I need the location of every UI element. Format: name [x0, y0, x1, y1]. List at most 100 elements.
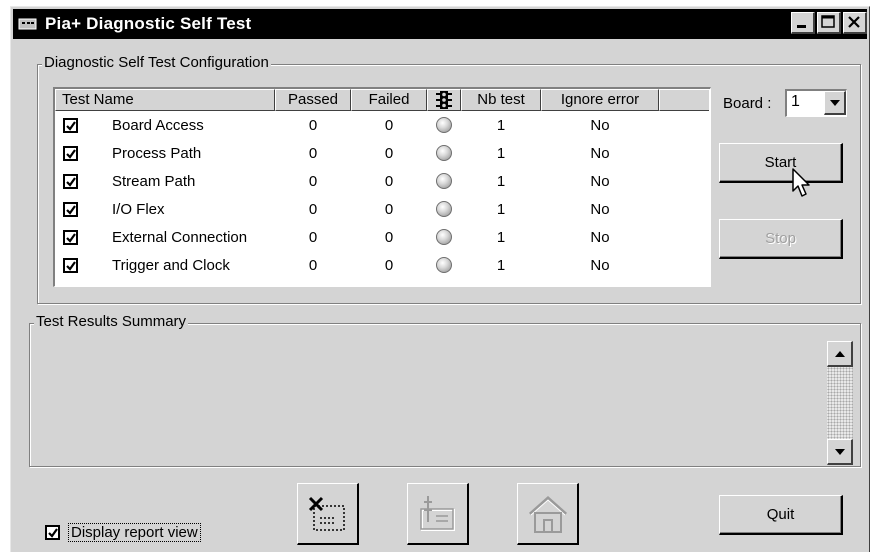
test-row[interactable]: Process Path 0 0 1 No [55, 139, 710, 167]
close-button[interactable] [843, 12, 867, 34]
minimize-icon [797, 25, 806, 28]
test-name-cell: External Connection [55, 229, 275, 246]
status-cell [427, 117, 461, 133]
failed-cell: 0 [384, 200, 394, 218]
test-name-cell: Process Path [55, 145, 275, 162]
display-report-label: Display report view [68, 523, 201, 542]
test-enable-checkbox[interactable] [63, 229, 78, 245]
passed-cell: 0 [308, 200, 318, 218]
title-bar[interactable]: Pia+ Diagnostic Self Test [13, 9, 867, 39]
col-passed[interactable]: Passed [275, 89, 351, 111]
status-led-icon [436, 117, 452, 133]
test-row[interactable]: Stream Path 0 0 1 No [55, 167, 710, 195]
failed-cell: 0 [384, 228, 394, 246]
config-legend: Diagnostic Self Test Configuration [42, 54, 271, 71]
nb-test-cell: 1 [496, 228, 506, 246]
ignore-error-cell: No [590, 228, 610, 246]
scroll-down-button[interactable] [827, 439, 853, 465]
checkmark-icon [66, 232, 76, 243]
status-cell [427, 201, 461, 217]
nb-test-cell: 1 [496, 116, 506, 134]
test-list-header: Test Name Passed Failed Nb test Ignore e… [55, 89, 710, 111]
checkmark-icon [66, 176, 76, 187]
ignore-error-cell: No [590, 256, 610, 274]
scroll-up-button[interactable] [827, 341, 853, 367]
stop-label: Stop [765, 230, 796, 247]
failed-cell: 0 [384, 144, 394, 162]
diagnostic-window: Pia+ Diagnostic Self Test Diagnostic Sel… [10, 6, 870, 552]
test-name: Trigger and Clock [112, 256, 230, 274]
status-cell [427, 173, 461, 189]
clear-log-button[interactable] [297, 483, 359, 545]
test-enable-checkbox[interactable] [63, 117, 78, 133]
failed-cell: 0 [384, 172, 394, 190]
test-list[interactable]: Test Name Passed Failed Nb test Ignore e… [53, 87, 711, 287]
nb-test-cell: 1 [496, 200, 506, 218]
summary-scrollbar[interactable] [827, 341, 853, 465]
col-ignore-error[interactable]: Ignore error [541, 89, 659, 111]
display-report-checkbox[interactable]: Display report view [45, 523, 201, 542]
test-row[interactable]: External Connection 0 0 1 No [55, 223, 710, 251]
test-name: I/O Flex [112, 200, 165, 218]
chevron-down-icon [829, 99, 840, 106]
checkmark-icon [66, 260, 76, 271]
status-cell [427, 257, 461, 273]
col-test-name[interactable]: Test Name [55, 89, 275, 111]
ignore-error-cell: No [590, 172, 610, 190]
checkmark-icon [48, 528, 58, 538]
arrow-up-icon [834, 350, 845, 357]
board-select[interactable]: 1 [785, 89, 847, 117]
window-title: Pia+ Diagnostic Self Test [45, 14, 252, 33]
test-name-cell: Stream Path [55, 173, 275, 190]
test-enable-checkbox[interactable] [63, 173, 78, 189]
home-button[interactable] [517, 483, 579, 545]
test-rows: Board Access 0 0 1 No Process Path 0 0 1 No Stream… [55, 111, 710, 279]
col-filler [659, 89, 709, 111]
test-enable-checkbox[interactable] [63, 145, 78, 161]
passed-cell: 0 [308, 116, 318, 134]
test-row[interactable]: I/O Flex 0 0 1 No [55, 195, 710, 223]
ignore-error-cell: No [590, 116, 610, 134]
checkmark-icon [66, 204, 76, 215]
nb-test-cell: 1 [496, 256, 506, 274]
board-select-value: 1 [791, 93, 800, 110]
test-name-cell: Trigger and Clock [55, 257, 275, 274]
col-nb-test[interactable]: Nb test [461, 89, 541, 111]
display-report-checkbox-box[interactable] [45, 525, 60, 540]
test-name: Process Path [112, 144, 202, 162]
col-status[interactable] [427, 89, 461, 111]
nb-test-cell: 1 [496, 144, 506, 162]
checkmark-icon [66, 148, 76, 159]
arrow-down-icon [834, 448, 845, 455]
test-name: External Connection [112, 228, 248, 246]
maximize-icon [821, 15, 835, 28]
maximize-button[interactable] [817, 12, 841, 34]
col-failed[interactable]: Failed [351, 89, 427, 111]
status-led-icon [436, 173, 452, 189]
test-row[interactable]: Board Access 0 0 1 No [55, 111, 710, 139]
home-icon [528, 495, 567, 533]
passed-cell: 0 [308, 172, 318, 190]
passed-cell: 0 [308, 228, 318, 246]
minimize-button[interactable] [791, 12, 815, 34]
test-enable-checkbox[interactable] [63, 257, 78, 273]
status-led-icon [436, 145, 452, 161]
close-icon [848, 16, 860, 28]
checkmark-icon [66, 120, 76, 131]
scroll-track[interactable] [827, 367, 853, 439]
settings-button[interactable] [407, 483, 469, 545]
stop-button[interactable]: Stop [719, 219, 843, 259]
board-select-arrow[interactable] [824, 91, 846, 115]
quit-button[interactable]: Quit [719, 495, 843, 535]
start-button[interactable]: Start [719, 143, 843, 183]
test-enable-checkbox[interactable] [63, 201, 78, 217]
passed-cell: 0 [308, 256, 318, 274]
test-row[interactable]: Trigger and Clock 0 0 1 No [55, 251, 710, 279]
settings-icon [419, 495, 455, 531]
summary-text [37, 337, 817, 457]
failed-cell: 0 [384, 256, 394, 274]
ignore-error-cell: No [590, 200, 610, 218]
test-name-cell: Board Access [55, 117, 275, 134]
status-led-icon [436, 229, 452, 245]
app-icon [18, 18, 37, 30]
